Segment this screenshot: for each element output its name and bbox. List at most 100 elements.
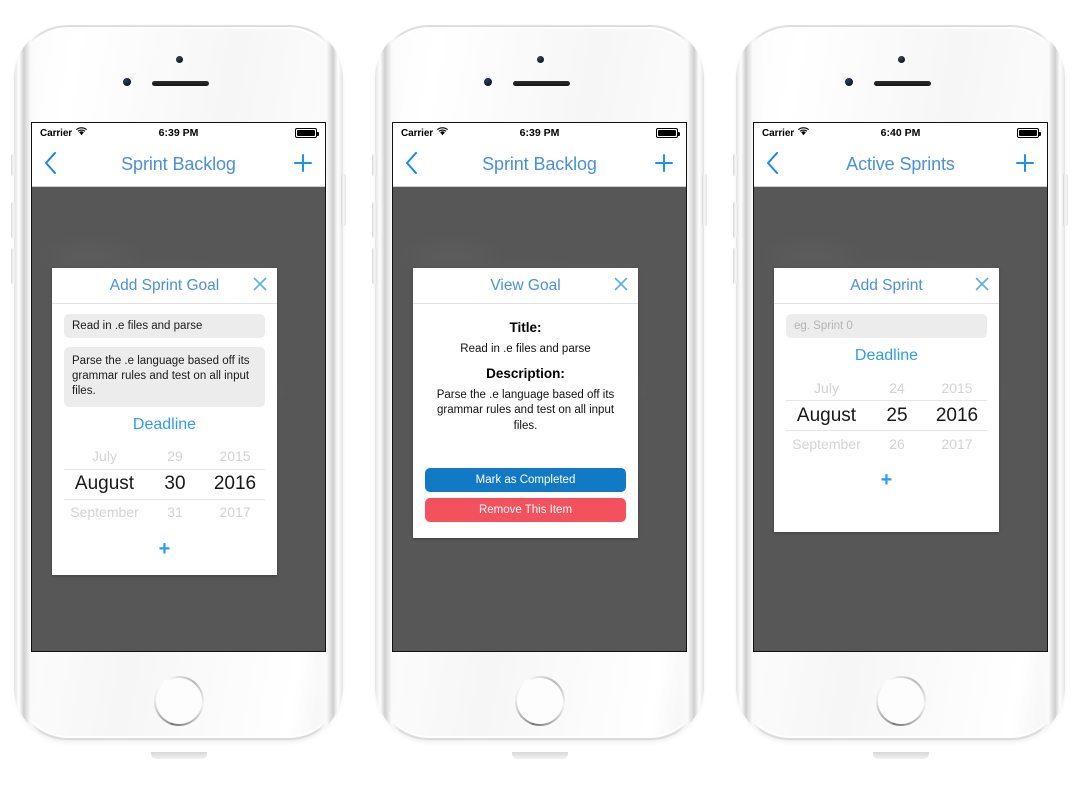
carrier-label: Carrier [40, 127, 73, 139]
goal-title-value: Read in .e files and parse [460, 343, 591, 355]
status-bar-right [1017, 128, 1041, 138]
modal-title: View Goal [490, 276, 561, 294]
battery-icon [1017, 128, 1041, 138]
deadline-date-picker[interactable]: July 24 2015 August 25 2016 September 26… [786, 375, 987, 456]
home-button[interactable] [876, 676, 926, 726]
close-x-icon[interactable] [253, 277, 267, 294]
add-sprint-modal: Add Sprint eg. Sprint 0 Deadline July 24 [774, 268, 999, 532]
picker-month-below: September [792, 435, 861, 452]
picker-row-above[interactable]: July 29 2015 [64, 444, 265, 469]
silent-switch[interactable] [11, 154, 16, 176]
phone-1-screen: Carrier 6:39 PM Sprint Backlog Add Sprin… [31, 122, 326, 652]
deadline-date-picker[interactable]: July 29 2015 August 30 2016 September 31… [64, 444, 265, 525]
add-button[interactable] [293, 151, 313, 178]
picker-row-selected[interactable]: August 25 2016 [786, 400, 987, 431]
proximity-sensor-icon [122, 78, 131, 86]
phone-2-screen: Carrier 6:39 PM Sprint Backlog View Goal… [392, 122, 687, 652]
modal-header: View Goal [413, 268, 638, 304]
power-button[interactable] [1063, 174, 1068, 226]
front-camera-icon [536, 56, 544, 63]
deadline-label: Deadline [854, 347, 919, 364]
phone-1: Carrier 6:39 PM Sprint Backlog Add Sprin… [8, 24, 349, 759]
bottom-notch [511, 752, 568, 759]
wifi-icon [76, 127, 88, 139]
page-title: Active Sprints [846, 154, 955, 174]
picker-month-below: September [70, 504, 139, 521]
volume-down-button[interactable] [11, 248, 16, 284]
volume-up-button[interactable] [11, 202, 16, 238]
submit-plus-icon[interactable]: + [786, 460, 987, 506]
navigation-bar: Active Sprints [754, 143, 1047, 187]
status-bar: Carrier 6:39 PM [32, 123, 325, 143]
modal-body: Title: Read in .e files and parse Descri… [413, 304, 638, 538]
status-bar-left: Carrier [401, 127, 449, 139]
home-button[interactable] [154, 676, 204, 726]
picker-year-above: 2015 [219, 448, 251, 465]
add-button[interactable] [654, 151, 674, 178]
picker-day-selected: 30 [164, 473, 186, 495]
proximity-sensor-icon [483, 78, 492, 86]
back-button[interactable] [766, 151, 792, 178]
silent-switch[interactable] [372, 154, 377, 176]
status-bar-left: Carrier [40, 127, 88, 139]
picker-row-selected[interactable]: August 30 2016 [64, 468, 265, 500]
goal-description-input[interactable]: Parse the .e language based off its gram… [64, 347, 265, 407]
back-button[interactable] [44, 151, 70, 178]
battery-icon [295, 128, 319, 138]
picker-row-below[interactable]: September 31 2017 [64, 500, 265, 525]
status-bar-right [295, 128, 319, 138]
battery-icon [656, 128, 680, 138]
picker-year-below: 2017 [219, 504, 251, 521]
front-camera-icon [897, 56, 905, 63]
dimmed-content-area: Add Sprint eg. Sprint 0 Deadline July 24 [754, 187, 1047, 651]
mark-as-completed-button[interactable]: Mark as Completed [425, 468, 626, 493]
sprint-name-input[interactable]: eg. Sprint 0 [786, 314, 987, 338]
modal-header: Add Sprint Goal [52, 268, 277, 304]
earpiece-speaker-icon [151, 81, 209, 86]
add-button[interactable] [1015, 151, 1035, 178]
power-button[interactable] [702, 174, 707, 226]
status-bar: Carrier 6:40 PM [754, 123, 1047, 143]
volume-up-button[interactable] [733, 202, 738, 238]
modal-bottom-pad [786, 506, 987, 532]
dimmed-content-area: View Goal Title: Read in .e files and pa… [393, 187, 686, 651]
modal-bottom-pad [425, 528, 626, 538]
page-title: Sprint Backlog [482, 154, 597, 174]
back-button[interactable] [405, 151, 431, 178]
power-button[interactable] [341, 174, 346, 226]
goal-description-value: Parse the .e language based off its gram… [436, 388, 615, 432]
close-x-icon[interactable] [975, 277, 989, 294]
modal-title: Add Sprint [850, 276, 923, 294]
volume-down-button[interactable] [733, 248, 738, 284]
picker-month-selected: August [796, 404, 857, 426]
modal-body: Read in .e files and parse Parse the .e … [52, 304, 277, 575]
home-button[interactable] [515, 676, 565, 726]
picker-day-selected: 25 [886, 404, 908, 426]
picker-year-above: 2015 [941, 379, 973, 396]
wifi-icon [798, 127, 810, 139]
picker-year-below: 2017 [941, 435, 973, 452]
picker-month-above: July [814, 379, 839, 396]
phone-3: Carrier 6:40 PM Active Sprints Add Sprin… [730, 24, 1071, 759]
earpiece-speaker-icon [512, 81, 570, 86]
carrier-label: Carrier [762, 127, 795, 139]
navigation-bar: Sprint Backlog [393, 143, 686, 187]
volume-down-button[interactable] [372, 248, 377, 284]
submit-plus-icon[interactable]: + [64, 529, 265, 575]
silent-switch[interactable] [733, 154, 738, 176]
status-bar-right [656, 128, 680, 138]
goal-title-input[interactable]: Read in .e files and parse [64, 314, 265, 338]
front-camera-icon [175, 56, 183, 63]
volume-up-button[interactable] [372, 202, 377, 238]
view-goal-modal: View Goal Title: Read in .e files and pa… [413, 268, 638, 539]
modal-body: eg. Sprint 0 Deadline July 24 2015 Augus… [774, 304, 999, 532]
wifi-icon [437, 127, 449, 139]
picker-row-above[interactable]: July 24 2015 [786, 375, 987, 400]
close-x-icon[interactable] [614, 277, 628, 294]
picker-day-above: 24 [889, 379, 905, 396]
dimmed-content-area: Add Sprint Goal Read in .e files and par… [32, 187, 325, 651]
remove-this-item-button[interactable]: Remove This Item [425, 498, 626, 523]
picker-row-below[interactable]: September 26 2017 [786, 431, 987, 456]
picker-month-selected: August [74, 473, 135, 495]
picker-day-above: 29 [167, 448, 183, 465]
